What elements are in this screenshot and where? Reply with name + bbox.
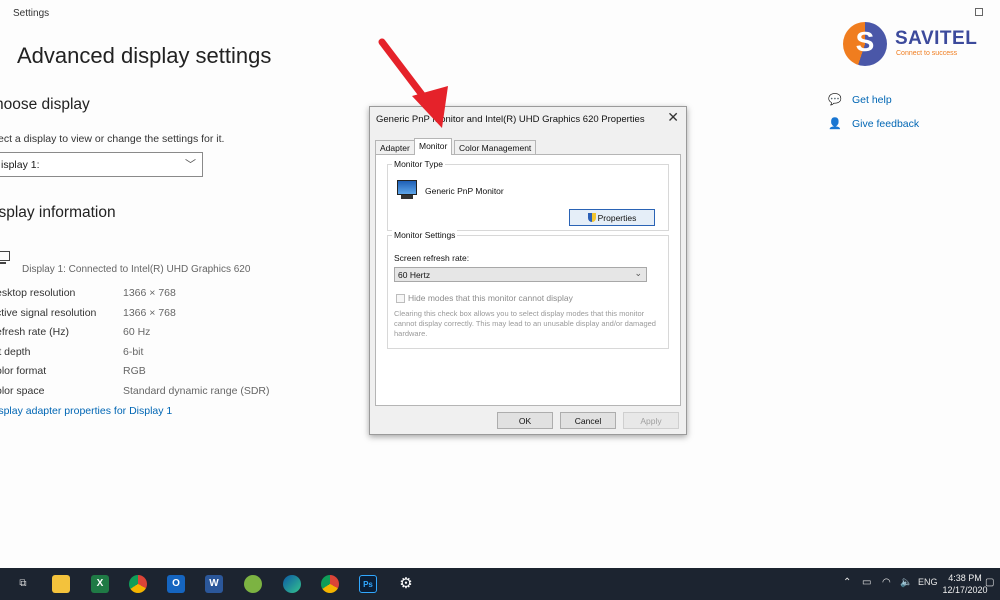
task-view-icon[interactable]: ⧉ [14, 575, 32, 593]
help-chat-icon: 💬 [828, 94, 842, 106]
clock-date: 12/17/2020 [942, 585, 988, 595]
info-key: ctive signal resolution [0, 307, 97, 319]
logo-tagline: Connect to success [896, 50, 958, 57]
red-arrow-annotation [378, 38, 448, 128]
apply-button[interactable]: Apply [623, 412, 679, 429]
info-row: efresh rate (Hz) 60 Hz [0, 326, 296, 340]
hide-modes-description: Clearing this check box allows you to se… [394, 309, 656, 338]
monitor-name: Generic PnP Monitor [425, 186, 504, 196]
info-value: 1366 × 768 [123, 287, 176, 299]
refresh-rate-label: Screen refresh rate: [394, 253, 470, 263]
properties-button-label: Properties [597, 213, 637, 223]
chevron-down-icon: ⌄ [634, 268, 642, 278]
tab-monitor[interactable]: Monitor [414, 138, 453, 155]
notification-icon[interactable]: ▢ [985, 577, 994, 588]
monitor-tab-panel: Monitor Type Generic PnP Monitor Propert… [375, 154, 681, 406]
monitor-icon [0, 251, 10, 264]
info-row: ctive signal resolution 1366 × 768 [0, 307, 296, 321]
choose-display-description: ect a display to view or change the sett… [0, 133, 225, 145]
close-icon[interactable]: ✕ [667, 109, 679, 126]
settings-gear-icon[interactable]: ⚙ [397, 575, 415, 593]
restore-icon[interactable] [975, 8, 983, 16]
cancel-button[interactable]: Cancel [560, 412, 616, 429]
logo-brand: SAVITEL [895, 28, 978, 49]
tab-color-management[interactable]: Color Management [454, 140, 537, 155]
logo-mark [843, 22, 887, 66]
monitor-settings-label: Monitor Settings [392, 230, 458, 240]
monitor-properties-dialog: Generic PnP Monitor and Intel(R) UHD Gra… [369, 106, 687, 435]
monitor-type-group: Monitor Type Generic PnP Monitor Propert… [387, 159, 669, 231]
uac-shield-icon [587, 213, 596, 222]
display-select[interactable]: isplay 1: ﹀ [0, 152, 203, 177]
hide-modes-checkbox[interactable] [396, 294, 405, 303]
tab-adapter[interactable]: Adapter [375, 140, 415, 155]
monitor-type-label: Monitor Type [392, 159, 445, 169]
info-value: RGB [123, 365, 146, 377]
properties-button[interactable]: Properties [569, 209, 655, 226]
language-indicator[interactable]: ENG [918, 577, 938, 587]
chrome-icon[interactable] [129, 575, 147, 593]
info-row: olor space Standard dynamic range (SDR) [0, 385, 296, 399]
info-value: 60 Hz [123, 326, 151, 338]
display-info-heading: isplay information [0, 204, 116, 221]
info-value: 6-bit [123, 346, 144, 358]
info-key: olor format [0, 365, 47, 377]
excel-icon[interactable]: X [91, 575, 109, 593]
screen: Settings Advanced display settings hoose… [0, 0, 1000, 600]
info-key: olor space [0, 385, 45, 397]
chevron-up-icon[interactable]: ⌃ [843, 577, 851, 588]
clock[interactable]: 4:38 PM 12/17/2020 [940, 572, 990, 596]
adapter-properties-link[interactable]: isplay adapter properties for Display 1 [0, 405, 172, 417]
edge-icon[interactable] [283, 575, 301, 593]
chrome-icon[interactable] [321, 575, 339, 593]
photoshop-icon[interactable]: Ps [359, 575, 377, 593]
monitor-icon [397, 180, 417, 199]
info-row: olor format RGB [0, 365, 296, 379]
give-feedback-link[interactable]: 👤 Give feedback [828, 117, 919, 130]
wifi-icon[interactable]: ◠ [882, 577, 891, 588]
refresh-rate-value: 60 Hertz [398, 270, 431, 280]
display-select-value: isplay 1: [1, 159, 40, 171]
ok-button[interactable]: OK [497, 412, 553, 429]
window-title: Settings [13, 8, 50, 19]
connected-text: Display 1: Connected to Intel(R) UHD Gra… [22, 264, 251, 275]
info-key: esktop resolution [0, 287, 76, 299]
chevron-down-icon: ﹀ [185, 159, 196, 171]
clock-time: 4:38 PM [948, 573, 982, 583]
get-help-link[interactable]: 💬 Get help [828, 93, 892, 106]
get-help-label: Get help [852, 94, 892, 106]
info-row: esktop resolution 1366 × 768 [0, 287, 296, 301]
volume-icon[interactable]: 🔈 [900, 577, 912, 588]
greenshot-icon[interactable] [244, 575, 262, 593]
info-row: it depth 6-bit [0, 346, 296, 360]
refresh-rate-select[interactable]: 60 Hertz ⌄ [394, 267, 647, 282]
word-icon[interactable]: W [205, 575, 223, 593]
hide-modes-label: Hide modes that this monitor cannot disp… [408, 293, 573, 303]
savitel-logo: SAVITEL Connect to success [843, 22, 993, 68]
feedback-icon: 👤 [828, 118, 842, 130]
monitor-settings-group: Monitor Settings Screen refresh rate: 60… [387, 230, 669, 349]
info-key: efresh rate (Hz) [0, 326, 69, 338]
info-value: 1366 × 768 [123, 307, 176, 319]
outlook-icon[interactable]: O [167, 575, 185, 593]
file-explorer-icon[interactable] [52, 575, 70, 593]
choose-display-heading: hoose display [0, 96, 90, 113]
page-title: Advanced display settings [17, 43, 272, 68]
info-key: it depth [0, 346, 31, 358]
give-feedback-label: Give feedback [852, 118, 920, 130]
taskbar: ⧉ X O W Ps ⚙ ⌃ ▭ ◠ 🔈 ENG 4:38 PM 12/17/2… [0, 568, 1000, 600]
battery-icon[interactable]: ▭ [862, 577, 871, 588]
info-value: Standard dynamic range (SDR) [123, 385, 270, 397]
